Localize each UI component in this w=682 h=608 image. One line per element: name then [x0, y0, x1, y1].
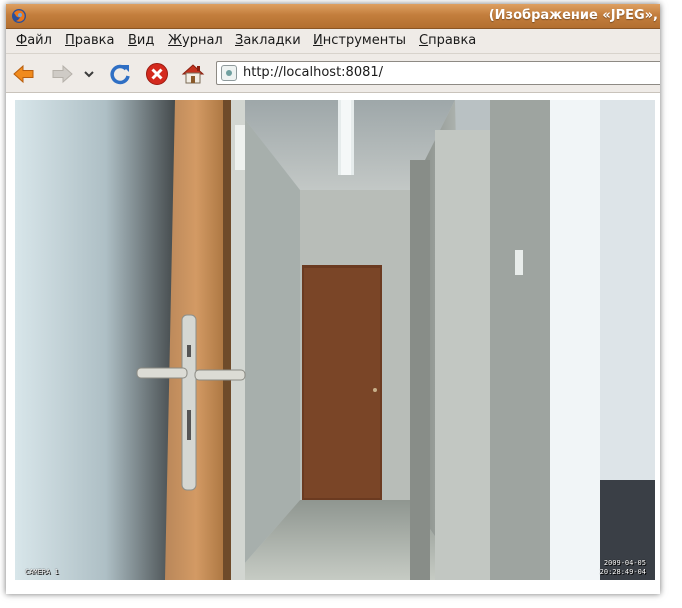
home-icon[interactable] [181, 62, 205, 86]
menu-edit[interactable]: Правка [65, 33, 114, 48]
url-text[interactable]: http://localhost:8081/ [243, 65, 383, 80]
menu-history-accel: Ж [168, 33, 183, 48]
reload-icon[interactable] [108, 62, 132, 86]
corridor-photo [15, 100, 655, 580]
window-title: (Изображение «JPEG», [488, 8, 658, 23]
menu-file-label: айл [27, 33, 52, 48]
menu-view-label: ид [136, 33, 155, 48]
camera-time: 20:28:49-04 [599, 568, 646, 576]
menu-edit-accel: П [65, 33, 75, 48]
menu-tools[interactable]: Инструменты [313, 33, 406, 48]
menu-tools-accel: И [313, 33, 323, 48]
menu-help-accel: С [419, 33, 429, 48]
page-content: CAMERA 1 2009-04-05 20:28:49-04 [6, 93, 660, 594]
stop-icon[interactable] [145, 62, 169, 86]
menu-help-label: правка [428, 33, 477, 48]
back-arrow-icon[interactable] [12, 62, 36, 86]
camera-label: CAMERA 1 [25, 568, 59, 576]
camera-date: 2009-04-05 [603, 559, 646, 567]
browser-window: (Изображение «JPEG», Файл Правка Вид Жур… [6, 4, 660, 594]
menu-bookmarks[interactable]: Закладки [235, 33, 301, 48]
menu-tools-label: нструменты [322, 33, 407, 48]
menu-help[interactable]: Справка [419, 33, 476, 48]
menu-bar: Файл Правка Вид Журнал Закладки Инструме… [6, 29, 660, 54]
menu-edit-label: равка [74, 33, 115, 48]
menu-file[interactable]: Файл [16, 33, 52, 48]
history-dropdown-icon[interactable] [80, 62, 98, 86]
menu-bookmarks-label: акладки [243, 33, 301, 48]
menu-history-label: урнал [182, 33, 223, 48]
menu-history[interactable]: Журнал [168, 33, 223, 48]
site-identity-icon[interactable] [221, 65, 237, 81]
camera-jpeg-image: CAMERA 1 2009-04-05 20:28:49-04 [15, 100, 655, 580]
title-bar[interactable]: (Изображение «JPEG», [6, 4, 660, 29]
forward-arrow-icon[interactable] [50, 62, 74, 86]
menu-view-accel: В [128, 33, 137, 48]
address-bar[interactable]: http://localhost:8081/ [216, 61, 660, 85]
menu-view[interactable]: Вид [128, 33, 154, 48]
firefox-icon [12, 9, 26, 23]
navigation-toolbar: http://localhost:8081/ [6, 54, 660, 93]
menu-file-accel: Ф [16, 33, 28, 48]
